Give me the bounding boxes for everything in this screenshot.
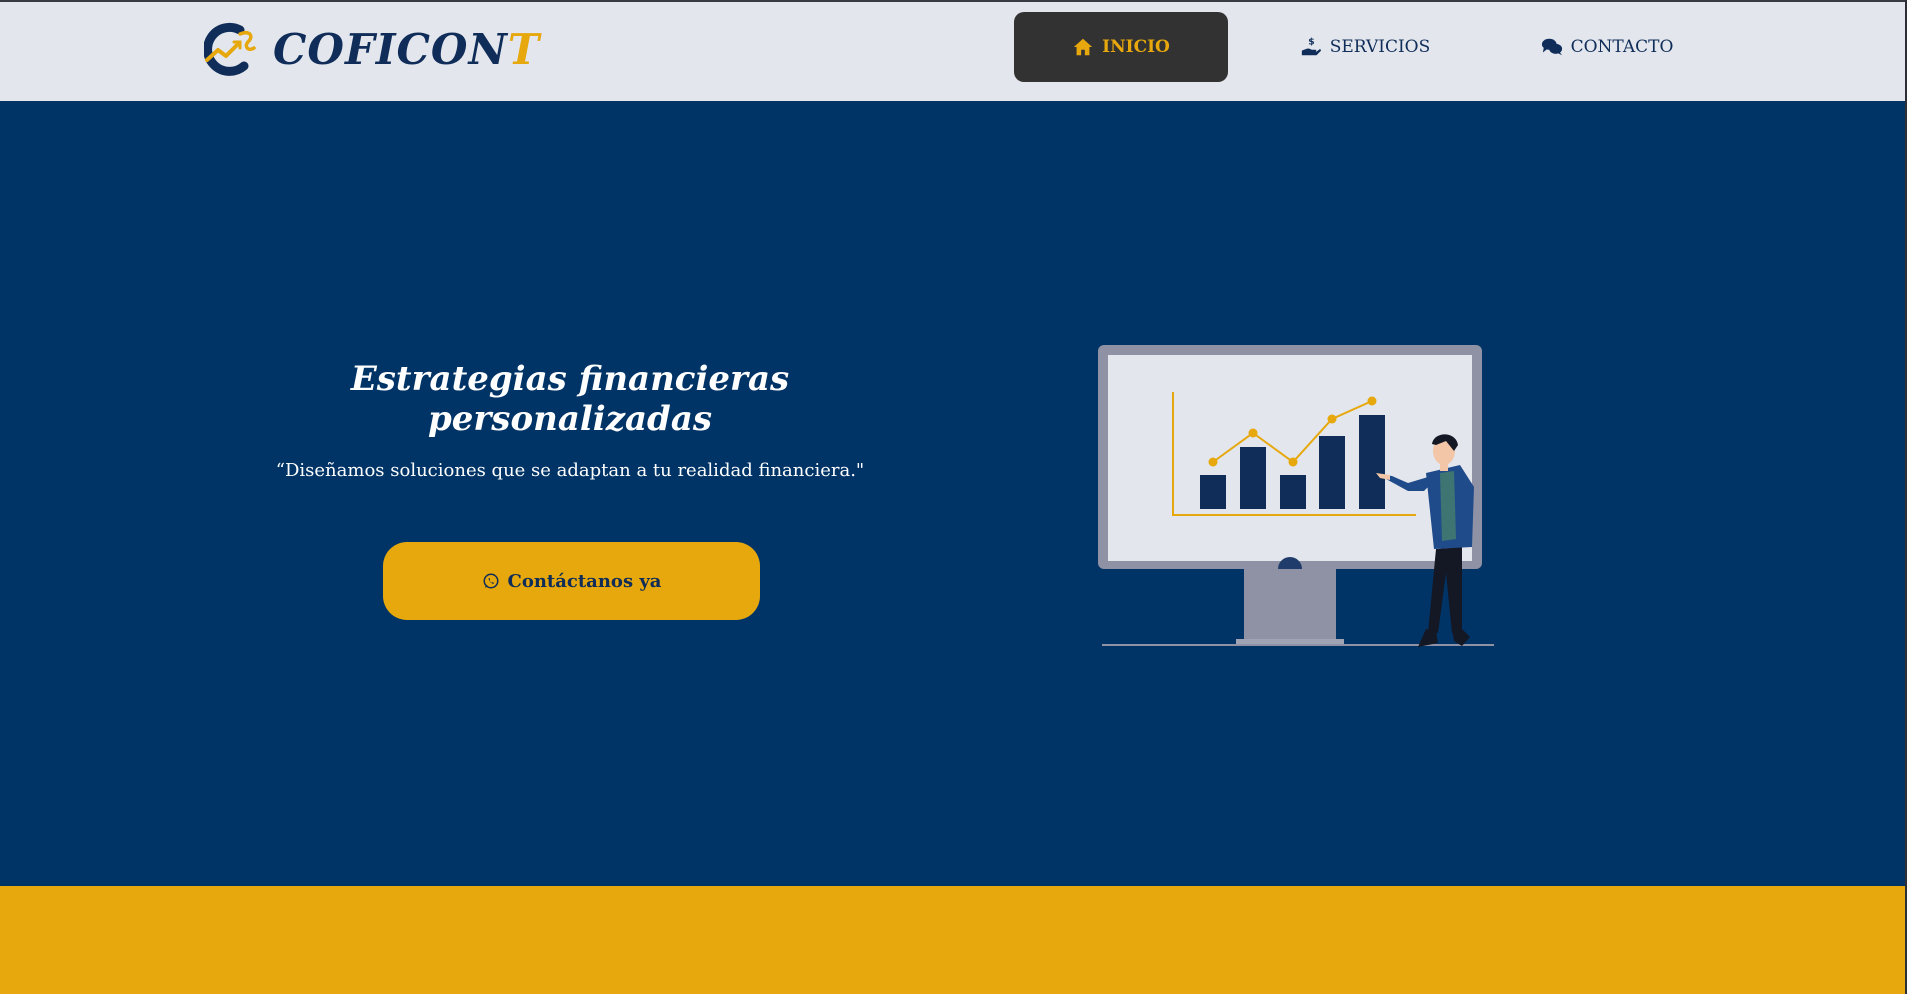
- chart-point: [1367, 396, 1377, 406]
- chart-point: [1208, 457, 1218, 467]
- navbar: COFICONT INICIO $ SERVICIOS CONTACTO: [0, 2, 1905, 101]
- monitor-stand: [1244, 569, 1336, 643]
- nav-item-label: INICIO: [1102, 37, 1170, 57]
- home-icon: [1073, 38, 1093, 56]
- nav-item-label: SERVICIOS: [1329, 37, 1431, 57]
- monitor-screen: [1108, 355, 1472, 561]
- chart-point: [1248, 428, 1258, 438]
- chart-bar: [1319, 436, 1345, 509]
- nav-item-label: CONTACTO: [1570, 37, 1674, 57]
- brand-name: COFICONT: [273, 29, 540, 71]
- footer-band: [0, 886, 1905, 994]
- hand-dollar-icon: $: [1301, 36, 1321, 56]
- monitor-base: [1236, 639, 1344, 644]
- brand-name-last-letter: T: [507, 25, 541, 74]
- contact-now-label: Contáctanos ya: [507, 570, 662, 592]
- logo-mark-icon: [204, 22, 256, 76]
- whatsapp-icon: [483, 573, 499, 589]
- chart-point: [1327, 414, 1337, 424]
- contact-now-button[interactable]: Contáctanos ya: [383, 542, 760, 620]
- nav-item-contacto[interactable]: CONTACTO: [1530, 12, 1684, 82]
- brand-name-main: COFICON: [273, 25, 508, 74]
- chart-bar: [1359, 415, 1385, 509]
- hero-title: Estrategias financieras personalizadas: [350, 359, 790, 439]
- chat-bubbles-icon: [1541, 38, 1562, 56]
- chart-bar: [1200, 475, 1226, 509]
- svg-text:$: $: [1308, 36, 1314, 47]
- nav-item-inicio[interactable]: INICIO: [1014, 12, 1228, 82]
- presenter-chart-illustration: [1098, 345, 1494, 647]
- chart-bar: [1280, 475, 1306, 509]
- hero-quote: “Diseñamos soluciones que se adaptan a t…: [275, 460, 865, 481]
- hero-section: Estrategias financieras personalizadas “…: [0, 101, 1905, 886]
- brand-logo[interactable]: COFICONT: [204, 20, 540, 80]
- chart-point: [1288, 457, 1298, 467]
- chart-bar: [1240, 447, 1266, 509]
- nav-item-servicios[interactable]: $ SERVICIOS: [1290, 12, 1440, 82]
